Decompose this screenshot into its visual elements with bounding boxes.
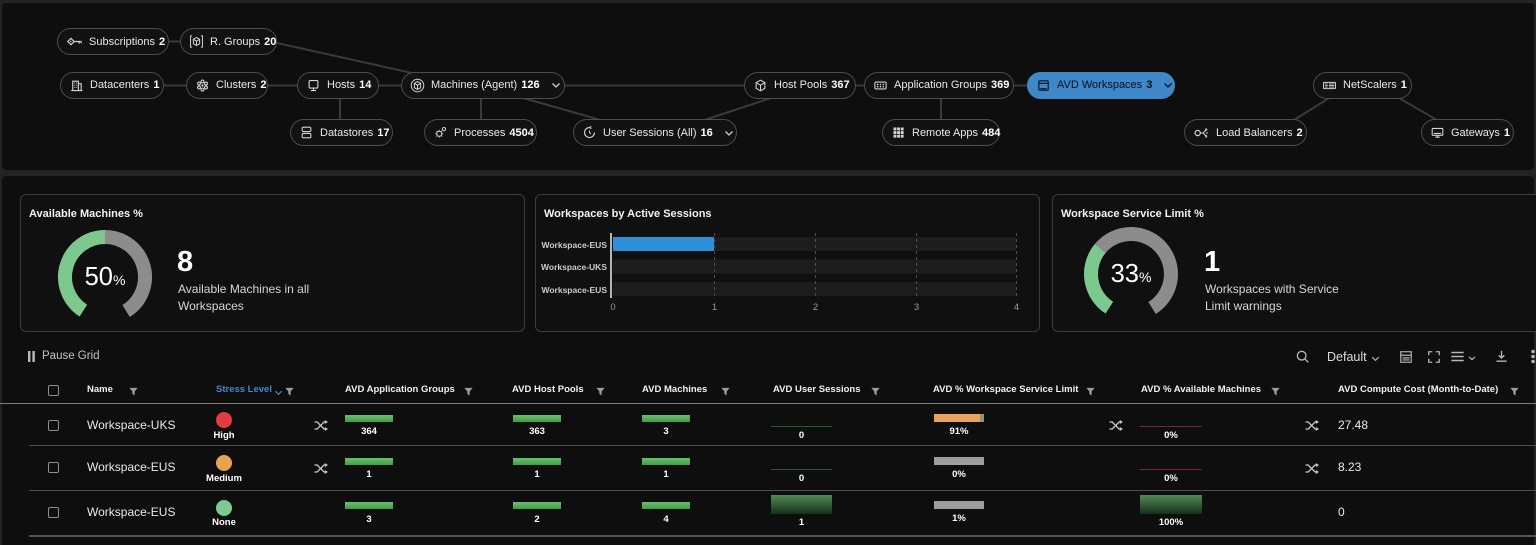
svg-text:3: 3 xyxy=(914,302,919,313)
svg-text:2: 2 xyxy=(813,302,818,313)
svg-text:1: 1 xyxy=(712,302,717,313)
svg-text:33%: 33% xyxy=(1110,260,1151,288)
svg-text:0: 0 xyxy=(610,302,615,313)
svg-text:4: 4 xyxy=(1014,302,1019,313)
svg-text:50%: 50% xyxy=(85,263,126,291)
